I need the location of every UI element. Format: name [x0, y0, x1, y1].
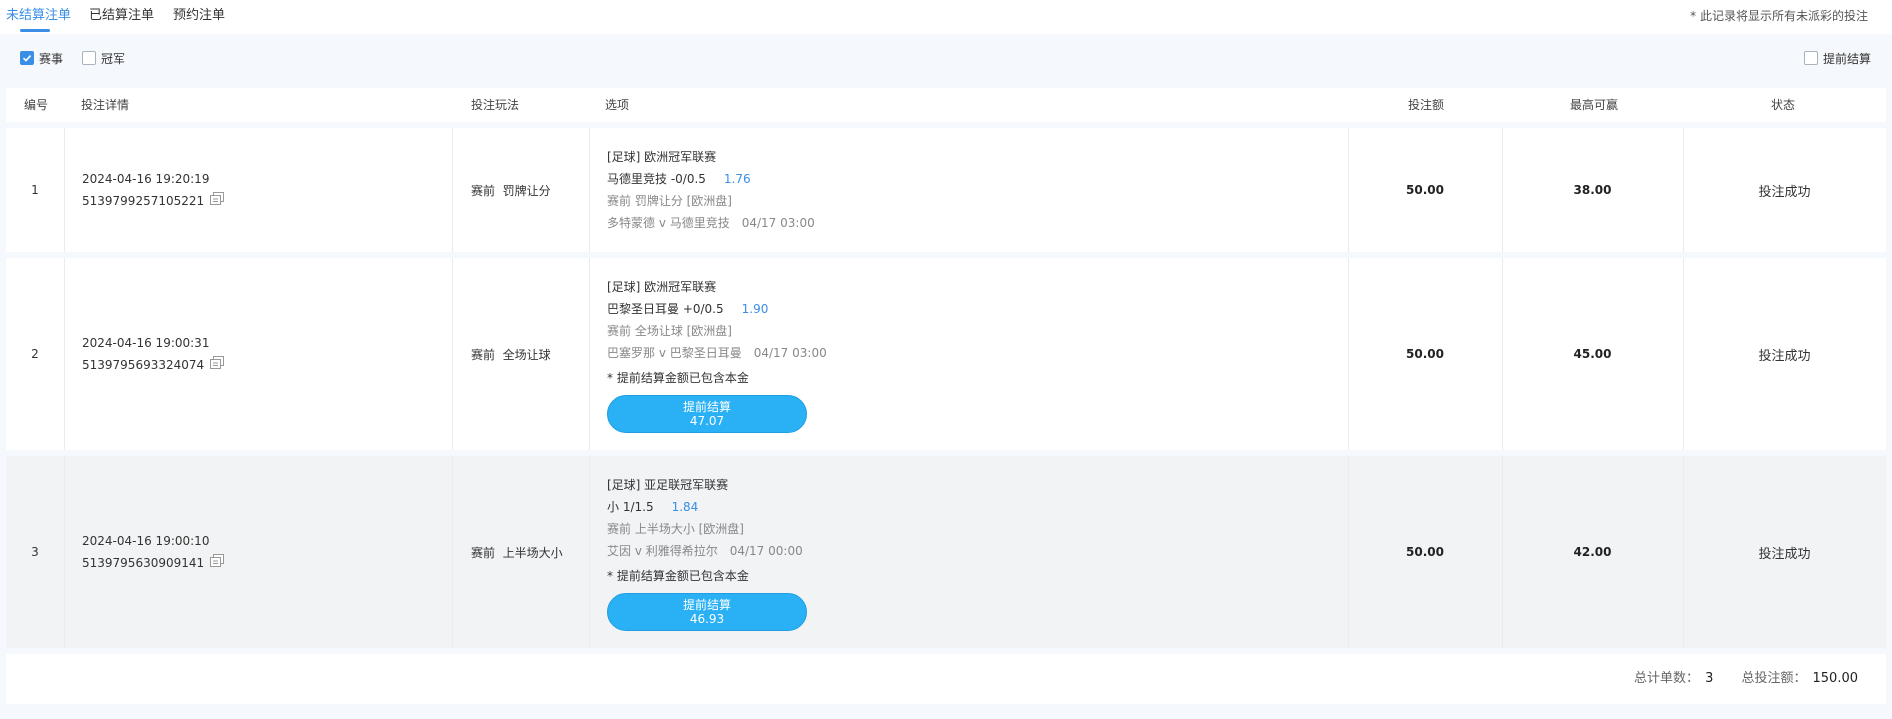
early-settle-button-label: 提前结算: [682, 400, 731, 414]
table-header: 编号 投注详情 投注玩法 选项 投注额 最高可赢 状态: [6, 88, 1886, 122]
bets-table: 编号 投注详情 投注玩法 选项 投注额 最高可赢 状态 1 2024-04-16…: [6, 88, 1886, 704]
col-play: 投注玩法: [471, 98, 520, 112]
row-no: 1: [31, 183, 39, 197]
bet-records-page: 未结算注单 已结算注单 预约注单 * 此记录将显示所有未派彩的投注 赛事 冠军 …: [0, 0, 1892, 719]
table-row: 1 2024-04-16 19:20:19 5139799257105221 赛…: [6, 128, 1886, 252]
stake: 50.00: [1406, 183, 1444, 197]
row-no: 3: [31, 545, 39, 559]
copy-icon[interactable]: [210, 552, 225, 574]
match: 艾因 v 利雅得希拉尔: [607, 544, 718, 558]
col-detail: 投注详情: [81, 98, 130, 112]
pick: 马德里竞技 -0/0.5: [607, 172, 706, 186]
tab-reserved[interactable]: 预约注单: [173, 0, 225, 34]
total-count-label: 总计单数：: [1634, 671, 1700, 686]
market: 赛前 全场让球 [欧洲盘]: [607, 324, 732, 338]
active-tab-indicator: [20, 29, 50, 32]
early-settle-checkbox-label: 提前结算: [1823, 51, 1872, 66]
bet-id: 5139799257105221: [82, 193, 205, 208]
filter-bar: 赛事 冠军 提前结算: [0, 34, 1892, 82]
match-line: 艾因 v 利雅得希拉尔 04/17 00:00: [607, 540, 807, 562]
col-option: 选项: [605, 98, 630, 112]
odds: 1.84: [671, 500, 699, 514]
league: [足球] 欧洲冠军联赛: [607, 280, 717, 294]
status-text: 投注成功: [1758, 348, 1811, 364]
checkbox-unchecked-icon: [82, 51, 96, 65]
bet-play: 赛前 上半场大小: [471, 545, 563, 560]
checkbox-unchecked-icon: [1804, 51, 1818, 65]
total-stake: 150.00: [1812, 671, 1859, 686]
total-stake-label: 总投注额：: [1741, 671, 1807, 686]
col-max-win: 最高可赢: [1570, 98, 1619, 112]
col-no: 编号: [24, 98, 49, 112]
kickoff: 04/17 03:00: [741, 216, 815, 230]
pick-line: 巴黎圣日耳曼 +0/0.5 1.90: [607, 298, 827, 320]
odds: 1.76: [723, 172, 751, 186]
early-settle-button[interactable]: 提前结算 46.93: [607, 593, 807, 631]
champion-checkbox-label: 冠军: [101, 51, 126, 66]
bet-time: 2024-04-16 19:00:31: [82, 335, 210, 350]
odds: 1.90: [741, 302, 769, 316]
kickoff: 04/17 03:00: [753, 346, 827, 360]
stake: 50.00: [1406, 347, 1444, 361]
checkbox-checked-icon: [20, 51, 34, 65]
kickoff: 04/17 00:00: [729, 544, 803, 558]
early-settle-amount: 46.93: [689, 612, 725, 626]
pick: 小 1/1.5: [607, 500, 654, 514]
total-count: 3: [1705, 671, 1714, 686]
match-checkbox-label: 赛事: [39, 51, 64, 66]
bet-option: [足球] 欧洲冠军联赛 巴黎圣日耳曼 +0/0.5 1.90 赛前 全场让球 [欧…: [607, 276, 827, 433]
pick-line: 马德里竞技 -0/0.5 1.76: [607, 168, 815, 190]
col-stake: 投注额: [1408, 98, 1445, 112]
bet-detail: 2024-04-16 19:20:19 5139799257105221: [82, 128, 452, 252]
bet-time: 2024-04-16 19:00:10: [82, 533, 210, 548]
bet-id: 5139795630909141: [82, 555, 205, 570]
row-no: 2: [31, 347, 39, 361]
early-settle-button[interactable]: 提前结算 47.07: [607, 395, 807, 433]
early-settle-amount: 47.07: [689, 414, 725, 428]
col-status: 状态: [1771, 98, 1796, 112]
bet-id-line: 5139799257105221: [82, 190, 225, 213]
tab-bar: 未结算注单 已结算注单 预约注单 * 此记录将显示所有未派彩的投注: [0, 0, 1892, 34]
match-line: 多特蒙德 v 马德里竞技 04/17 03:00: [607, 212, 815, 234]
early-settle-note: * 提前结算金额已包含本金: [607, 371, 749, 385]
max-win: 42.00: [1573, 545, 1612, 559]
max-win: 38.00: [1573, 183, 1612, 197]
early-settle-checkbox[interactable]: 提前结算: [1804, 50, 1871, 66]
status-text: 投注成功: [1758, 546, 1811, 562]
match: 巴塞罗那 v 巴黎圣日耳曼: [607, 346, 742, 360]
copy-icon[interactable]: [210, 190, 225, 212]
table-row: 2 2024-04-16 19:00:31 5139795693324074 赛…: [6, 258, 1886, 450]
league: [足球] 欧洲冠军联赛: [607, 150, 717, 164]
bet-id-line: 5139795693324074: [82, 354, 225, 377]
match-checkbox[interactable]: 赛事: [20, 50, 63, 66]
copy-icon[interactable]: [210, 354, 225, 376]
bet-time: 2024-04-16 19:20:19: [82, 171, 210, 186]
pick-line: 小 1/1.5 1.84: [607, 496, 807, 518]
row-gap: [6, 648, 1886, 654]
bet-detail: 2024-04-16 19:00:10 5139795630909141: [82, 456, 452, 648]
bet-id-line: 5139795630909141: [82, 552, 225, 575]
match: 多特蒙德 v 马德里竞技: [607, 216, 730, 230]
bet-option: [足球] 欧洲冠军联赛 马德里竞技 -0/0.5 1.76 赛前 罚牌让分 [欧洲…: [607, 146, 815, 234]
market: 赛前 上半场大小 [欧洲盘]: [607, 522, 744, 536]
bet-play: 赛前 全场让球: [471, 347, 551, 362]
league: [足球] 亚足联冠军联赛: [607, 478, 729, 492]
bet-detail: 2024-04-16 19:00:31 5139795693324074: [82, 258, 452, 450]
match-line: 巴塞罗那 v 巴黎圣日耳曼 04/17 03:00: [607, 342, 827, 364]
status-text: 投注成功: [1758, 184, 1811, 200]
champion-checkbox[interactable]: 冠军: [82, 50, 125, 66]
max-win: 45.00: [1573, 347, 1612, 361]
market: 赛前 罚牌让分 [欧洲盘]: [607, 194, 732, 208]
pick: 巴黎圣日耳曼 +0/0.5: [607, 302, 724, 316]
early-settle-note: * 提前结算金额已包含本金: [607, 569, 749, 583]
table-row: 3 2024-04-16 19:00:10 5139795630909141 赛…: [6, 456, 1886, 648]
unsettled-notice: * 此记录将显示所有未派彩的投注: [1690, 9, 1868, 23]
tab-settled[interactable]: 已结算注单: [89, 0, 154, 34]
table-summary: 总计单数： 3 总投注额： 150.00: [1634, 668, 1858, 690]
bet-id: 5139795693324074: [82, 357, 205, 372]
bet-option: [足球] 亚足联冠军联赛 小 1/1.5 1.84 赛前 上半场大小 [欧洲盘] …: [607, 474, 807, 631]
early-settle-button-label: 提前结算: [682, 598, 731, 612]
stake: 50.00: [1406, 545, 1444, 559]
bet-play: 赛前 罚牌让分: [471, 183, 551, 198]
